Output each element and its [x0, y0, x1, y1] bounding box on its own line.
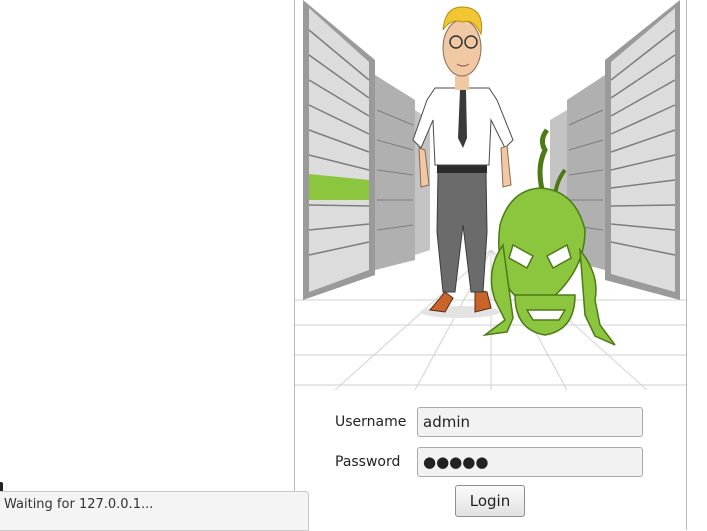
username-label: Username [335, 414, 407, 430]
server-rack-left [303, 0, 430, 300]
login-panel: Username Password Login [294, 0, 687, 530]
status-bar: Waiting for 127.0.0.1... [0, 491, 309, 531]
password-row: Password [335, 447, 643, 477]
banner-illustration [295, 0, 686, 390]
username-row: Username [335, 407, 643, 437]
login-button[interactable]: Login [455, 485, 525, 517]
password-label: Password [335, 454, 401, 470]
password-input[interactable] [417, 447, 643, 477]
username-input[interactable] [417, 407, 643, 437]
